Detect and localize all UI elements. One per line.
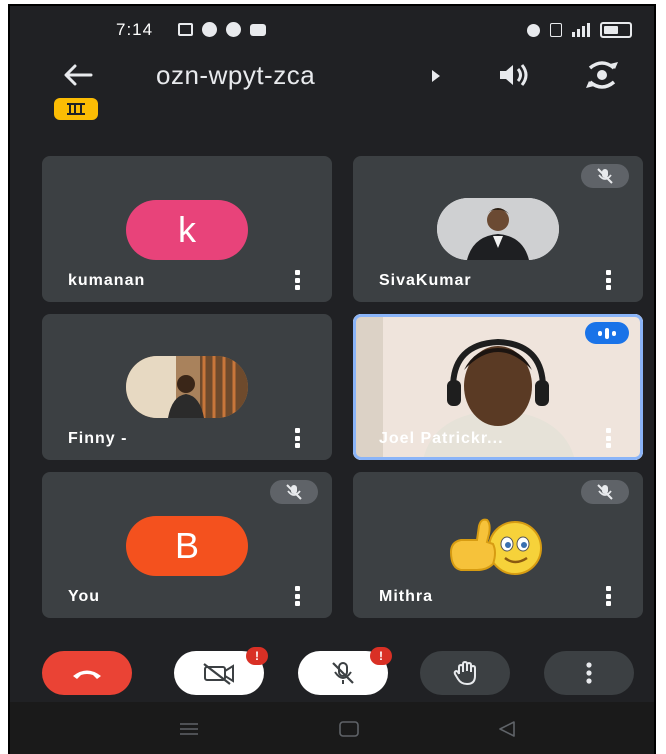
avatar-photo	[126, 356, 248, 418]
participant-name: You	[68, 588, 101, 605]
participant-tile-mithra[interactable]: Mithra	[353, 472, 643, 618]
meeting-top-bar: ozn-wpyt-zca	[10, 54, 654, 98]
system-icons	[527, 22, 632, 38]
meeting-info-badge[interactable]	[54, 98, 98, 120]
alarm-icon	[527, 23, 540, 37]
more-options-button[interactable]	[605, 428, 611, 448]
participant-tile-sivakumar[interactable]: SivaKumar	[353, 156, 643, 302]
camera-alert-badge: !	[246, 647, 268, 665]
participant-name: Finny -	[68, 430, 128, 447]
more-options-button[interactable]	[605, 586, 611, 606]
avatar: B	[126, 516, 248, 576]
more-options-button[interactable]	[294, 428, 300, 448]
videocam-off-icon	[203, 663, 234, 685]
end-call-button[interactable]	[42, 651, 132, 695]
speaker-icon	[500, 64, 528, 86]
back-button[interactable]	[58, 58, 98, 92]
avatar-initial: B	[174, 525, 199, 566]
participant-tile-finny[interactable]: Finny -	[42, 314, 332, 460]
building-icon	[67, 103, 85, 115]
meeting-code[interactable]: ozn-wpyt-zca	[156, 60, 315, 91]
app-icon	[226, 22, 241, 37]
meet-screen: 7:14 ozn-wpyt-zca k kumanan SivaKumar Fi…	[8, 4, 656, 754]
participant-tile-you[interactable]: B You	[42, 472, 332, 618]
muted-indicator	[581, 480, 629, 504]
home-icon[interactable]	[338, 720, 360, 738]
participant-name: Mithra	[379, 588, 433, 605]
cast-icon	[178, 23, 193, 36]
muted-indicator	[270, 480, 318, 504]
system-nav-bar	[10, 702, 654, 754]
mic-off-icon	[332, 662, 354, 684]
participant-name: Joel Patrickr...	[379, 430, 504, 447]
mic-off-icon	[597, 484, 613, 500]
more-options-button[interactable]	[605, 270, 611, 290]
status-time: 7:14	[116, 20, 154, 39]
call-end-icon	[73, 670, 101, 679]
back-nav-icon[interactable]	[496, 720, 518, 738]
speaking-indicator	[585, 322, 629, 344]
mic-off-icon	[286, 484, 302, 500]
switch-camera-button[interactable]	[582, 58, 622, 92]
person-photo-icon	[437, 198, 559, 260]
meeting-details-caret-icon[interactable]	[432, 70, 440, 82]
chrome-icon	[202, 22, 217, 37]
avatar-initial: k	[178, 209, 196, 250]
avatar: k	[126, 200, 248, 260]
battery-icon	[600, 22, 632, 38]
thumbs-up-smiley-icon	[449, 518, 542, 575]
participant-name: kumanan	[68, 272, 146, 289]
message-icon	[250, 23, 266, 36]
hand-icon	[453, 661, 476, 685]
avatar-photo	[437, 512, 561, 578]
mic-alert-badge: !	[370, 647, 392, 665]
raise-hand-button[interactable]	[420, 651, 510, 695]
flip-camera-icon	[586, 61, 618, 89]
arrow-back-icon	[64, 64, 93, 86]
more-options-button[interactable]	[294, 586, 300, 606]
more-options-button[interactable]	[294, 270, 300, 290]
more-vert-icon	[586, 662, 592, 684]
participant-tile-joel[interactable]: Joel Patrickr...	[353, 314, 643, 460]
signal-icon	[572, 23, 590, 37]
avatar-photo	[437, 198, 559, 260]
person-photo-icon	[126, 356, 248, 418]
mic-off-icon	[597, 168, 613, 184]
status-bar: 7:14	[10, 6, 654, 54]
muted-indicator	[581, 164, 629, 188]
notification-icons	[178, 22, 266, 37]
more-options-menu-button[interactable]	[544, 651, 634, 695]
menu-icon[interactable]	[178, 722, 200, 736]
participant-name: SivaKumar	[379, 272, 472, 289]
audio-output-button[interactable]	[496, 60, 532, 90]
volte-icon	[550, 23, 562, 37]
participant-tile-kumanan[interactable]: k kumanan	[42, 156, 332, 302]
